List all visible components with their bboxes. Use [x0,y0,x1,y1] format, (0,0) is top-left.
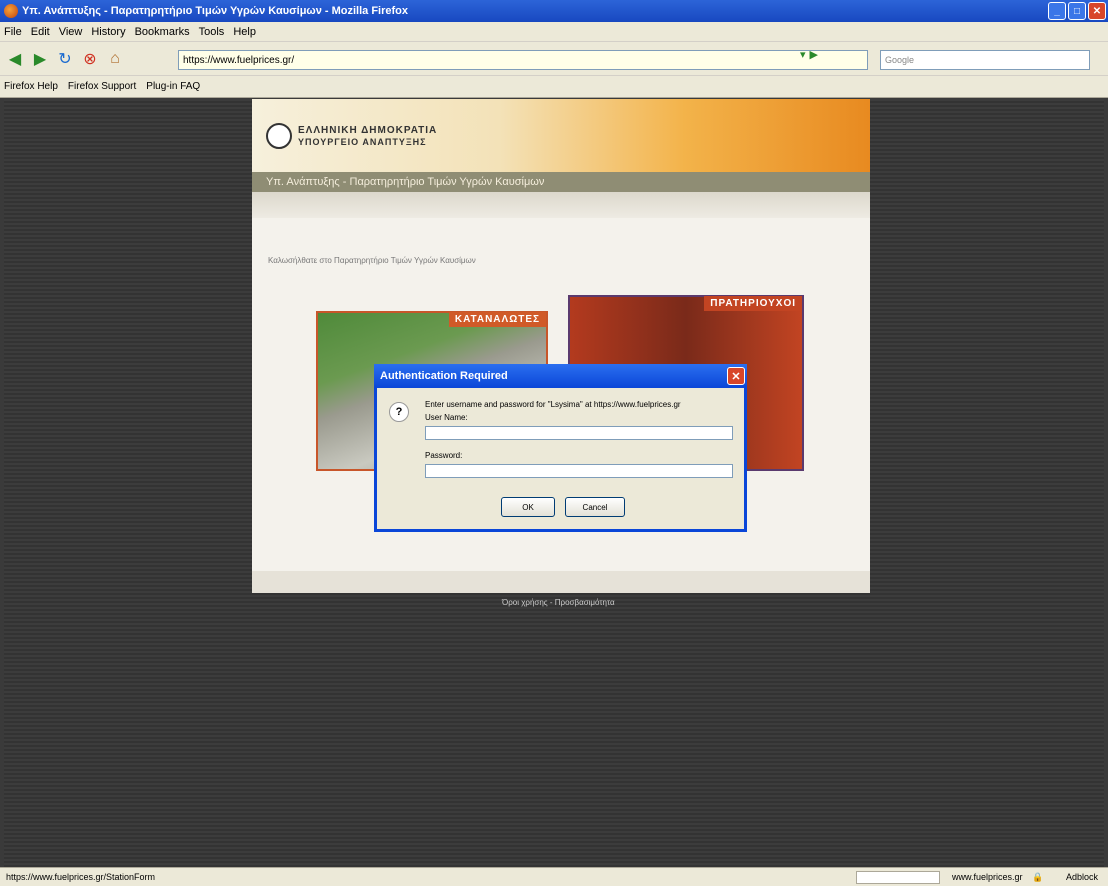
adblock-label[interactable]: Adblock [1066,872,1098,882]
go-icon[interactable]: ▶ [810,48,818,61]
menu-view[interactable]: View [59,26,83,38]
ok-button[interactable]: OK [501,497,555,517]
minimize-icon[interactable]: _ [1048,2,1066,20]
menu-edit[interactable]: Edit [31,26,50,38]
gov-line2: ΥΠΟΥΡΓΕΙΟ ΑΝΑΠΤΥΞΗΣ [298,137,427,147]
greek-emblem-icon [266,123,292,149]
stop-icon[interactable]: ⊗ [79,48,101,70]
maximize-icon[interactable]: □ [1068,2,1086,20]
dialog-titlebar: Authentication Required ✕ [374,364,747,388]
menu-bookmarks[interactable]: Bookmarks [135,26,190,38]
status-box [856,871,940,884]
reload-icon[interactable]: ↻ [54,48,76,70]
url-text: https://www.fuelprices.gr/ [183,54,295,66]
status-url: https://www.fuelprices.gr/StationForm [6,872,156,882]
search-placeholder: Google [885,55,915,65]
bookmark-plugin-faq[interactable]: Plug-in FAQ [146,81,200,92]
menu-tools[interactable]: Tools [199,26,225,38]
question-icon: ? [389,402,409,422]
status-bar: https://www.fuelprices.gr/StationForm ww… [0,867,1108,886]
password-field[interactable] [425,464,733,478]
menu-file[interactable]: File [4,26,22,38]
menu-help[interactable]: Help [233,26,256,38]
site-subtitle: Υπ. Ανάπτυξης - Παρατηρητήριο Τιμών Υγρώ… [266,176,545,188]
forward-icon[interactable]: ▶ [29,48,51,70]
menu-bar: File Edit View History Bookmarks Tools H… [0,22,1108,42]
bookmark-firefox-support[interactable]: Firefox Support [68,81,136,92]
footer-band [252,571,870,593]
bookmarks-toolbar: Firefox Help Firefox Support Plug-in FAQ [0,76,1108,98]
decor-band [252,192,870,218]
window-titlebar: Υπ. Ανάπτυξης - Παρατηρητήριο Τιμών Υγρώ… [0,0,1108,22]
cancel-button[interactable]: Cancel [565,497,625,517]
firefox-icon [4,4,18,18]
consumers-label: ΚΑΤΑΝΑΛΩΤΕΣ [448,312,546,327]
window-title: Υπ. Ανάπτυξης - Παρατηρητήριο Τιμών Υγρώ… [22,5,409,17]
dialog-title: Authentication Required [380,370,508,382]
username-field[interactable] [425,426,733,440]
dialog-close-icon[interactable]: ✕ [727,367,745,385]
lock-icon: 🔒 [1032,871,1044,882]
dropdown-icon[interactable]: ▾ [800,48,806,61]
status-domain: www.fuelprices.gr [952,872,1023,882]
navigation-toolbar: ◀ ▶ ↻ ⊗ ⌂ https://www.fuelprices.gr/ ▾ ▶… [0,42,1108,76]
url-bar[interactable]: https://www.fuelprices.gr/ [178,50,868,70]
home-icon[interactable]: ⌂ [104,48,126,70]
auth-dialog: Authentication Required ✕ ? Enter userna… [374,364,747,532]
site-banner: ΕΛΛΗΝΙΚΗ ΔΗΜΟΚΡΑΤΙΑ ΥΠΟΥΡΓΕΙΟ ΑΝΑΠΤΥΞΗΣ [252,99,870,172]
menu-history[interactable]: History [91,26,125,38]
url-actions: ▾ ▶ [800,48,818,61]
stations-label: ΠΡΑΤΗΡΙΟΥΧΟΙ [704,296,802,311]
password-label: Password: [425,451,463,460]
close-icon[interactable]: ✕ [1088,2,1106,20]
back-icon[interactable]: ◀ [4,48,26,70]
site-footer[interactable]: Όροι χρήσης - Προσβασιμότητα [502,598,615,607]
site-subtitle-bar: Υπ. Ανάπτυξης - Παρατηρητήριο Τιμών Υγρώ… [252,172,870,192]
dialog-message: Enter username and password for "Lsysima… [425,400,681,409]
username-label: User Name: [425,413,468,422]
search-input[interactable]: Google [880,50,1090,70]
gov-line1: ΕΛΛΗΝΙΚΗ ΔΗΜΟΚΡΑΤΙΑ [298,125,438,136]
bookmark-firefox-help[interactable]: Firefox Help [4,81,58,92]
welcome-text: Καλωσήλθατε στο Παρατηρητήριο Τιμών Υγρώ… [268,256,476,265]
